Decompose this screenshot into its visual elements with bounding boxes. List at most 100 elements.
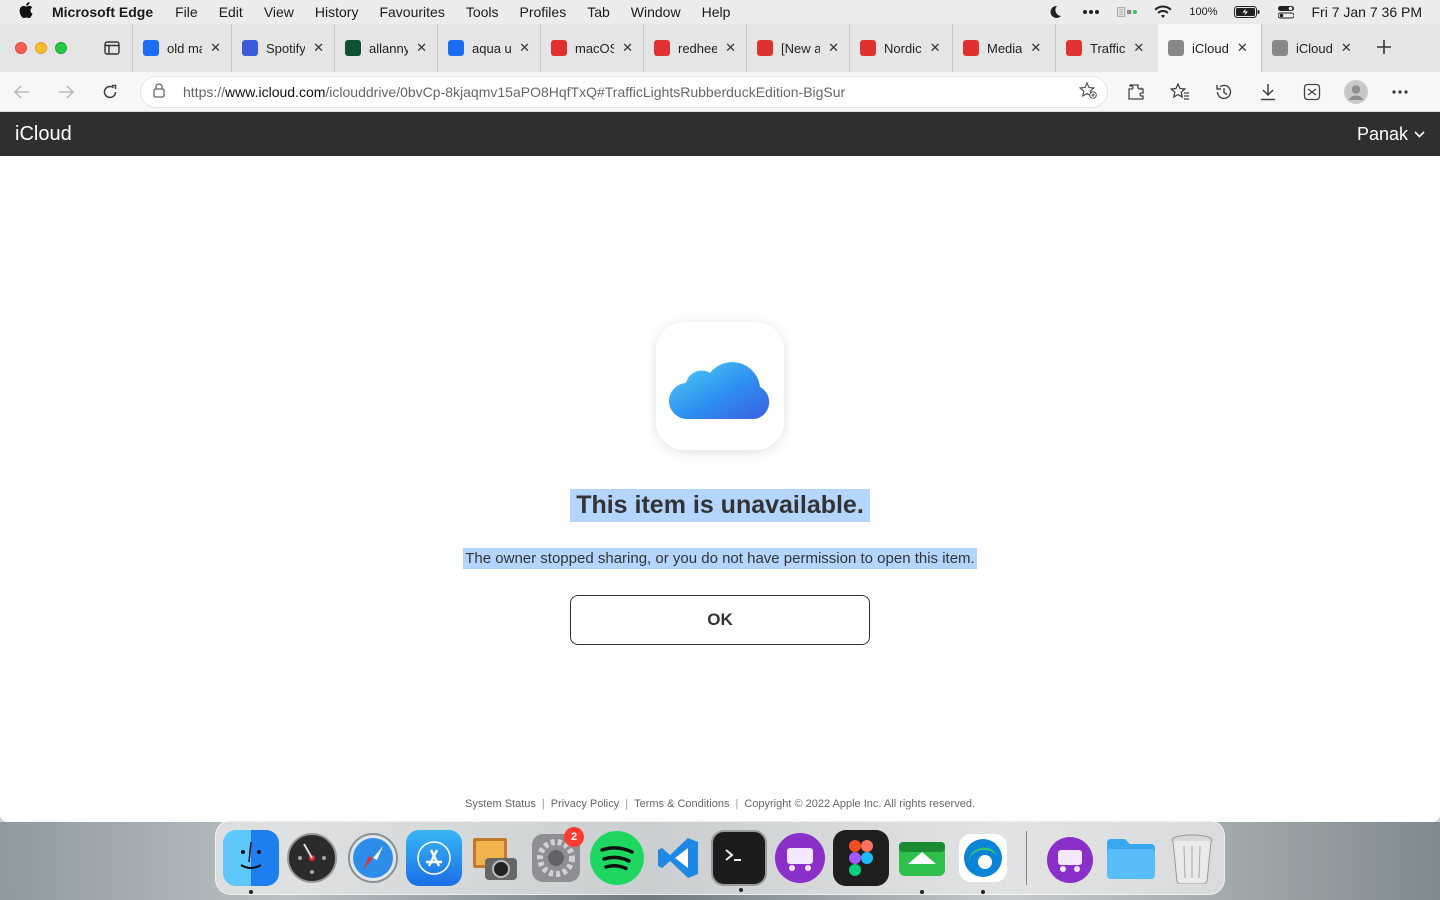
dock-airmail-icon[interactable] bbox=[894, 830, 950, 894]
tab-9[interactable]: Media ✕ bbox=[952, 24, 1055, 72]
tab-4[interactable]: aqua u ✕ bbox=[437, 24, 540, 72]
menu-tab[interactable]: Tab bbox=[587, 4, 610, 20]
zoom-window-button[interactable] bbox=[55, 42, 67, 54]
new-tab-button[interactable] bbox=[1364, 35, 1404, 61]
unavailable-message: The owner stopped sharing, or you do not… bbox=[463, 548, 977, 569]
lock-icon[interactable] bbox=[153, 82, 169, 101]
app-name-menu[interactable]: Microsoft Edge bbox=[52, 4, 153, 20]
z-icon bbox=[345, 40, 361, 56]
tab-10[interactable]: Traffic ✕ bbox=[1055, 24, 1158, 72]
icloud-logo-text[interactable]: iCloud bbox=[15, 123, 72, 146]
favourites-icon[interactable] bbox=[1158, 72, 1202, 112]
footer-link-system-status[interactable]: System Status bbox=[465, 798, 536, 810]
clock[interactable]: Fri 7 Jan 7 36 PM bbox=[1312, 4, 1423, 20]
close-window-button[interactable] bbox=[15, 42, 27, 54]
math-solver-icon[interactable] bbox=[1290, 72, 1334, 112]
footer-link-privacy-policy[interactable]: Privacy Policy bbox=[551, 798, 619, 810]
menu-edit[interactable]: Edit bbox=[219, 4, 243, 20]
tab-7[interactable]: [New a ✕ bbox=[746, 24, 849, 72]
battery-icon[interactable] bbox=[1233, 4, 1260, 20]
close-tab-icon[interactable]: ✕ bbox=[725, 40, 736, 56]
tab-title: old ma bbox=[167, 40, 202, 56]
footer-copyright: Copyright © 2022 Apple Inc. All rights r… bbox=[744, 798, 976, 810]
tab-title: macOS bbox=[575, 40, 615, 56]
menu-file[interactable]: File bbox=[175, 4, 198, 20]
close-tab-icon[interactable]: ✕ bbox=[1341, 40, 1352, 56]
tab-title: Spotify bbox=[266, 40, 306, 56]
dock-spotify-icon[interactable] bbox=[589, 830, 645, 886]
tab-6[interactable]: redhee ✕ bbox=[643, 24, 746, 72]
account-menu[interactable]: Panak bbox=[1357, 124, 1425, 145]
menu-profiles[interactable]: Profiles bbox=[520, 4, 567, 20]
add-favourite-icon[interactable] bbox=[1078, 81, 1097, 102]
dock-folder-icon[interactable] bbox=[1103, 830, 1159, 886]
tab-2[interactable]: Spotify ✕ bbox=[231, 24, 334, 72]
dock-app-store-icon[interactable] bbox=[406, 829, 462, 886]
dock-edge-icon[interactable] bbox=[955, 830, 1011, 894]
close-tab-icon[interactable]: ✕ bbox=[416, 40, 427, 56]
menu-tools[interactable]: Tools bbox=[466, 4, 499, 20]
tab-3[interactable]: allanny ✕ bbox=[334, 24, 437, 72]
menu-window[interactable]: Window bbox=[631, 4, 681, 20]
dock-trash-icon[interactable] bbox=[1164, 830, 1220, 886]
menu-bar: Microsoft Edge File Edit View History Fa… bbox=[0, 0, 1440, 24]
apple-menu-icon[interactable] bbox=[0, 2, 52, 22]
tab-8[interactable]: Nordic ✕ bbox=[849, 24, 952, 72]
dock-train-folder-icon[interactable] bbox=[1042, 830, 1098, 886]
dock-terminal-icon[interactable] bbox=[711, 829, 767, 892]
close-tab-icon[interactable]: ✕ bbox=[519, 40, 530, 56]
settings-more-icon[interactable] bbox=[1378, 72, 1422, 112]
footer-separator: | bbox=[625, 798, 629, 810]
shield-apple-icon bbox=[757, 40, 773, 56]
wifi-icon[interactable] bbox=[1153, 4, 1173, 20]
profile-avatar-icon[interactable] bbox=[1334, 72, 1378, 112]
close-tab-icon[interactable]: ✕ bbox=[1030, 40, 1041, 56]
close-tab-icon[interactable]: ✕ bbox=[828, 40, 839, 56]
menu-view[interactable]: View bbox=[264, 4, 294, 20]
tab-title: allanny bbox=[369, 40, 409, 56]
moon-icon[interactable] bbox=[1045, 4, 1065, 20]
tab-actions-button[interactable] bbox=[92, 41, 132, 55]
close-tab-icon[interactable]: ✕ bbox=[930, 40, 941, 56]
close-tab-icon[interactable]: ✕ bbox=[1237, 40, 1248, 56]
tab-1[interactable]: old ma ✕ bbox=[132, 24, 231, 72]
tab-5[interactable]: macOS ✕ bbox=[540, 24, 643, 72]
close-tab-icon[interactable]: ✕ bbox=[1133, 40, 1144, 56]
close-tab-icon[interactable]: ✕ bbox=[210, 40, 221, 56]
tab-title: Nordic bbox=[884, 40, 922, 56]
footer-link-terms[interactable]: Terms & Conditions bbox=[634, 798, 729, 810]
bing-icon bbox=[143, 40, 159, 56]
close-tab-icon[interactable]: ✕ bbox=[622, 40, 633, 56]
browser-window: old ma✕Spotify✕allanny✕aqua u✕macOS✕redh… bbox=[0, 24, 1440, 822]
dock-figma-icon[interactable] bbox=[833, 829, 889, 886]
menu-help[interactable]: Help bbox=[702, 4, 731, 20]
address-bar[interactable]: https://www.icloud.com/iclouddrive/0bvCp… bbox=[140, 75, 1108, 108]
ok-button[interactable]: OK bbox=[570, 595, 870, 645]
dock-safari-icon[interactable] bbox=[345, 830, 401, 886]
dock-finder-icon[interactable] bbox=[223, 829, 279, 894]
menu-history[interactable]: History bbox=[315, 4, 359, 20]
back-button[interactable] bbox=[0, 72, 44, 112]
more-dots-icon[interactable] bbox=[1081, 4, 1101, 20]
tab-11[interactable]: iCloud ✕ bbox=[1158, 24, 1261, 72]
tab-title: Traffic bbox=[1090, 40, 1126, 56]
url-path: /iclouddrive/0bvCp-8kjaqmv15aPO8HqfTxQ#T… bbox=[325, 83, 846, 100]
dock-train-app-icon[interactable] bbox=[772, 830, 828, 886]
control-center-icon[interactable] bbox=[1276, 4, 1296, 20]
minimize-window-button[interactable] bbox=[35, 42, 47, 54]
dock-dashboard-icon[interactable] bbox=[284, 830, 340, 886]
dock-image-capture-icon[interactable] bbox=[467, 830, 523, 886]
menu-extra-icon[interactable] bbox=[1117, 4, 1138, 20]
tab-12[interactable]: iCloud ✕ bbox=[1261, 24, 1364, 72]
history-icon[interactable] bbox=[1202, 72, 1246, 112]
dock-vscode-icon[interactable] bbox=[650, 830, 706, 886]
battery-percent: 100% bbox=[1189, 6, 1218, 18]
downloads-icon[interactable] bbox=[1246, 72, 1290, 112]
reload-button[interactable] bbox=[88, 72, 132, 112]
menu-favourites[interactable]: Favourites bbox=[379, 4, 444, 20]
close-tab-icon[interactable]: ✕ bbox=[313, 40, 324, 56]
forward-button[interactable] bbox=[44, 72, 88, 112]
tab-title: redhee bbox=[678, 40, 718, 56]
dock-system-preferences-icon[interactable]: 2 bbox=[528, 826, 584, 886]
extensions-icon[interactable] bbox=[1114, 72, 1158, 112]
